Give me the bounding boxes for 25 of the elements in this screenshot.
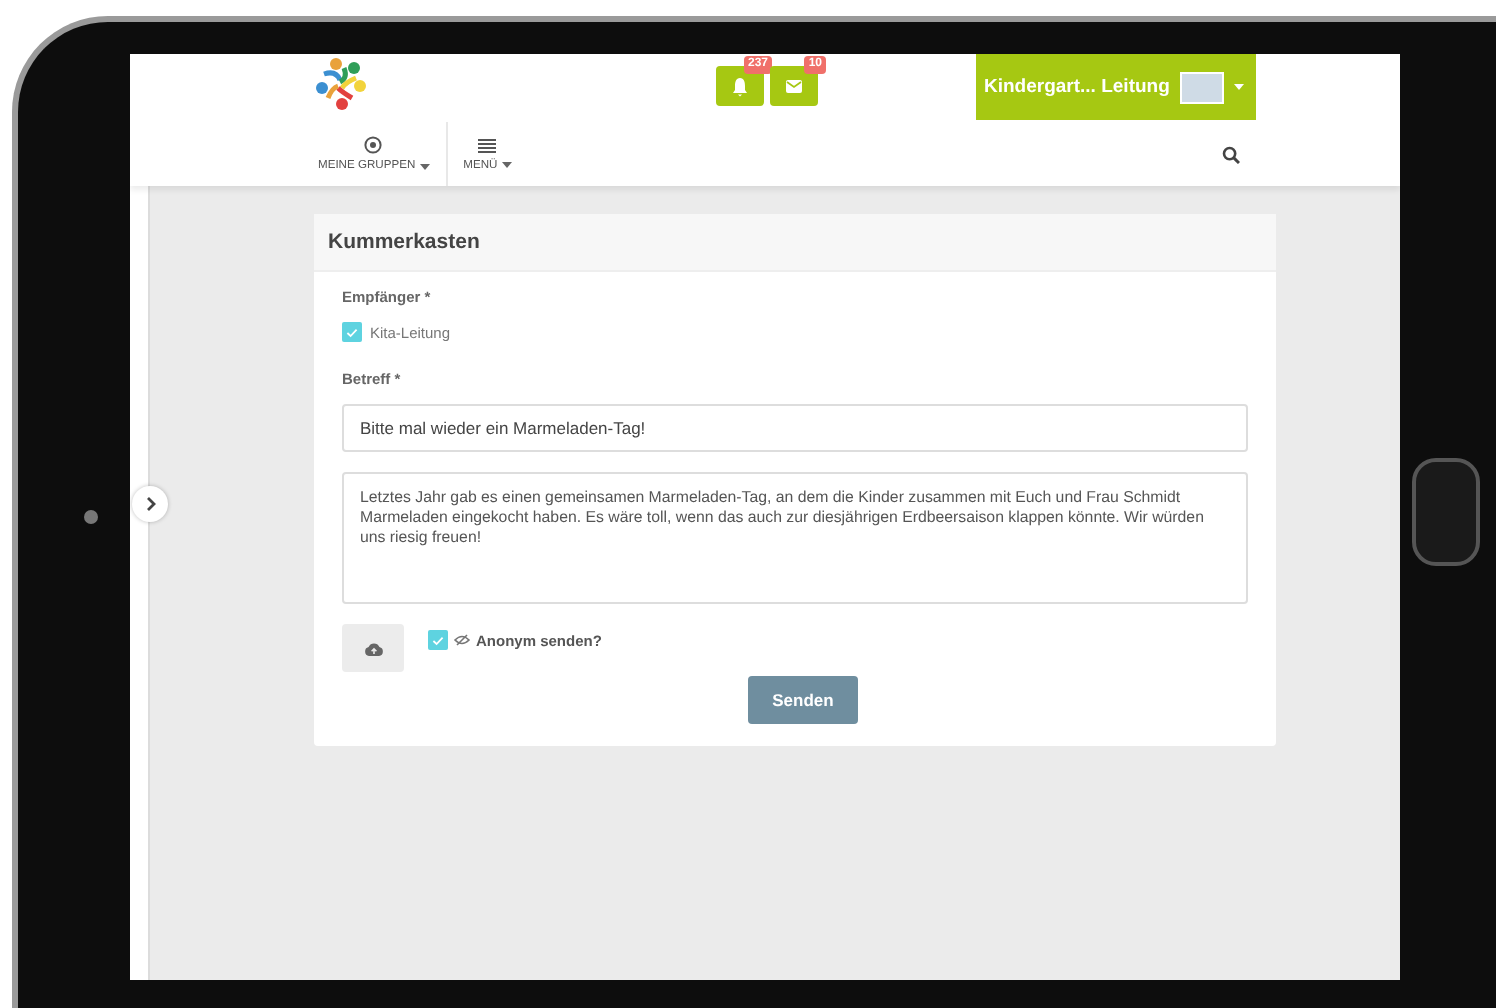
caret-icon	[501, 162, 512, 168]
cloud-upload-icon	[363, 641, 383, 655]
search-icon	[1222, 145, 1240, 163]
camera-dot	[84, 510, 98, 524]
envelope-icon	[784, 75, 804, 97]
menu-icon	[478, 137, 497, 153]
checkmark-icon	[432, 635, 444, 645]
upload-button[interactable]	[342, 624, 404, 672]
caret-icon	[419, 163, 430, 169]
subject-field[interactable]: Bitte mal wieder ein Marmeladen-Tag!	[342, 404, 1248, 452]
bell-icon	[730, 75, 750, 97]
chevron-right-icon	[145, 496, 155, 512]
logo-icon	[316, 56, 366, 110]
checkbox[interactable]	[428, 630, 448, 650]
notifications-button[interactable]	[716, 66, 764, 106]
eye-slash-icon	[454, 634, 470, 646]
checkbox[interactable]	[342, 322, 362, 342]
avatar-placeholder	[1179, 71, 1224, 103]
messages-button[interactable]	[770, 66, 818, 106]
caret-icon	[1233, 84, 1244, 90]
target-icon	[364, 136, 383, 154]
card-title: Kummerkasten	[314, 214, 1276, 272]
home-button[interactable]	[1412, 458, 1480, 566]
checkmark-icon	[346, 327, 358, 337]
sidebar-toggle-button[interactable]	[132, 486, 168, 522]
